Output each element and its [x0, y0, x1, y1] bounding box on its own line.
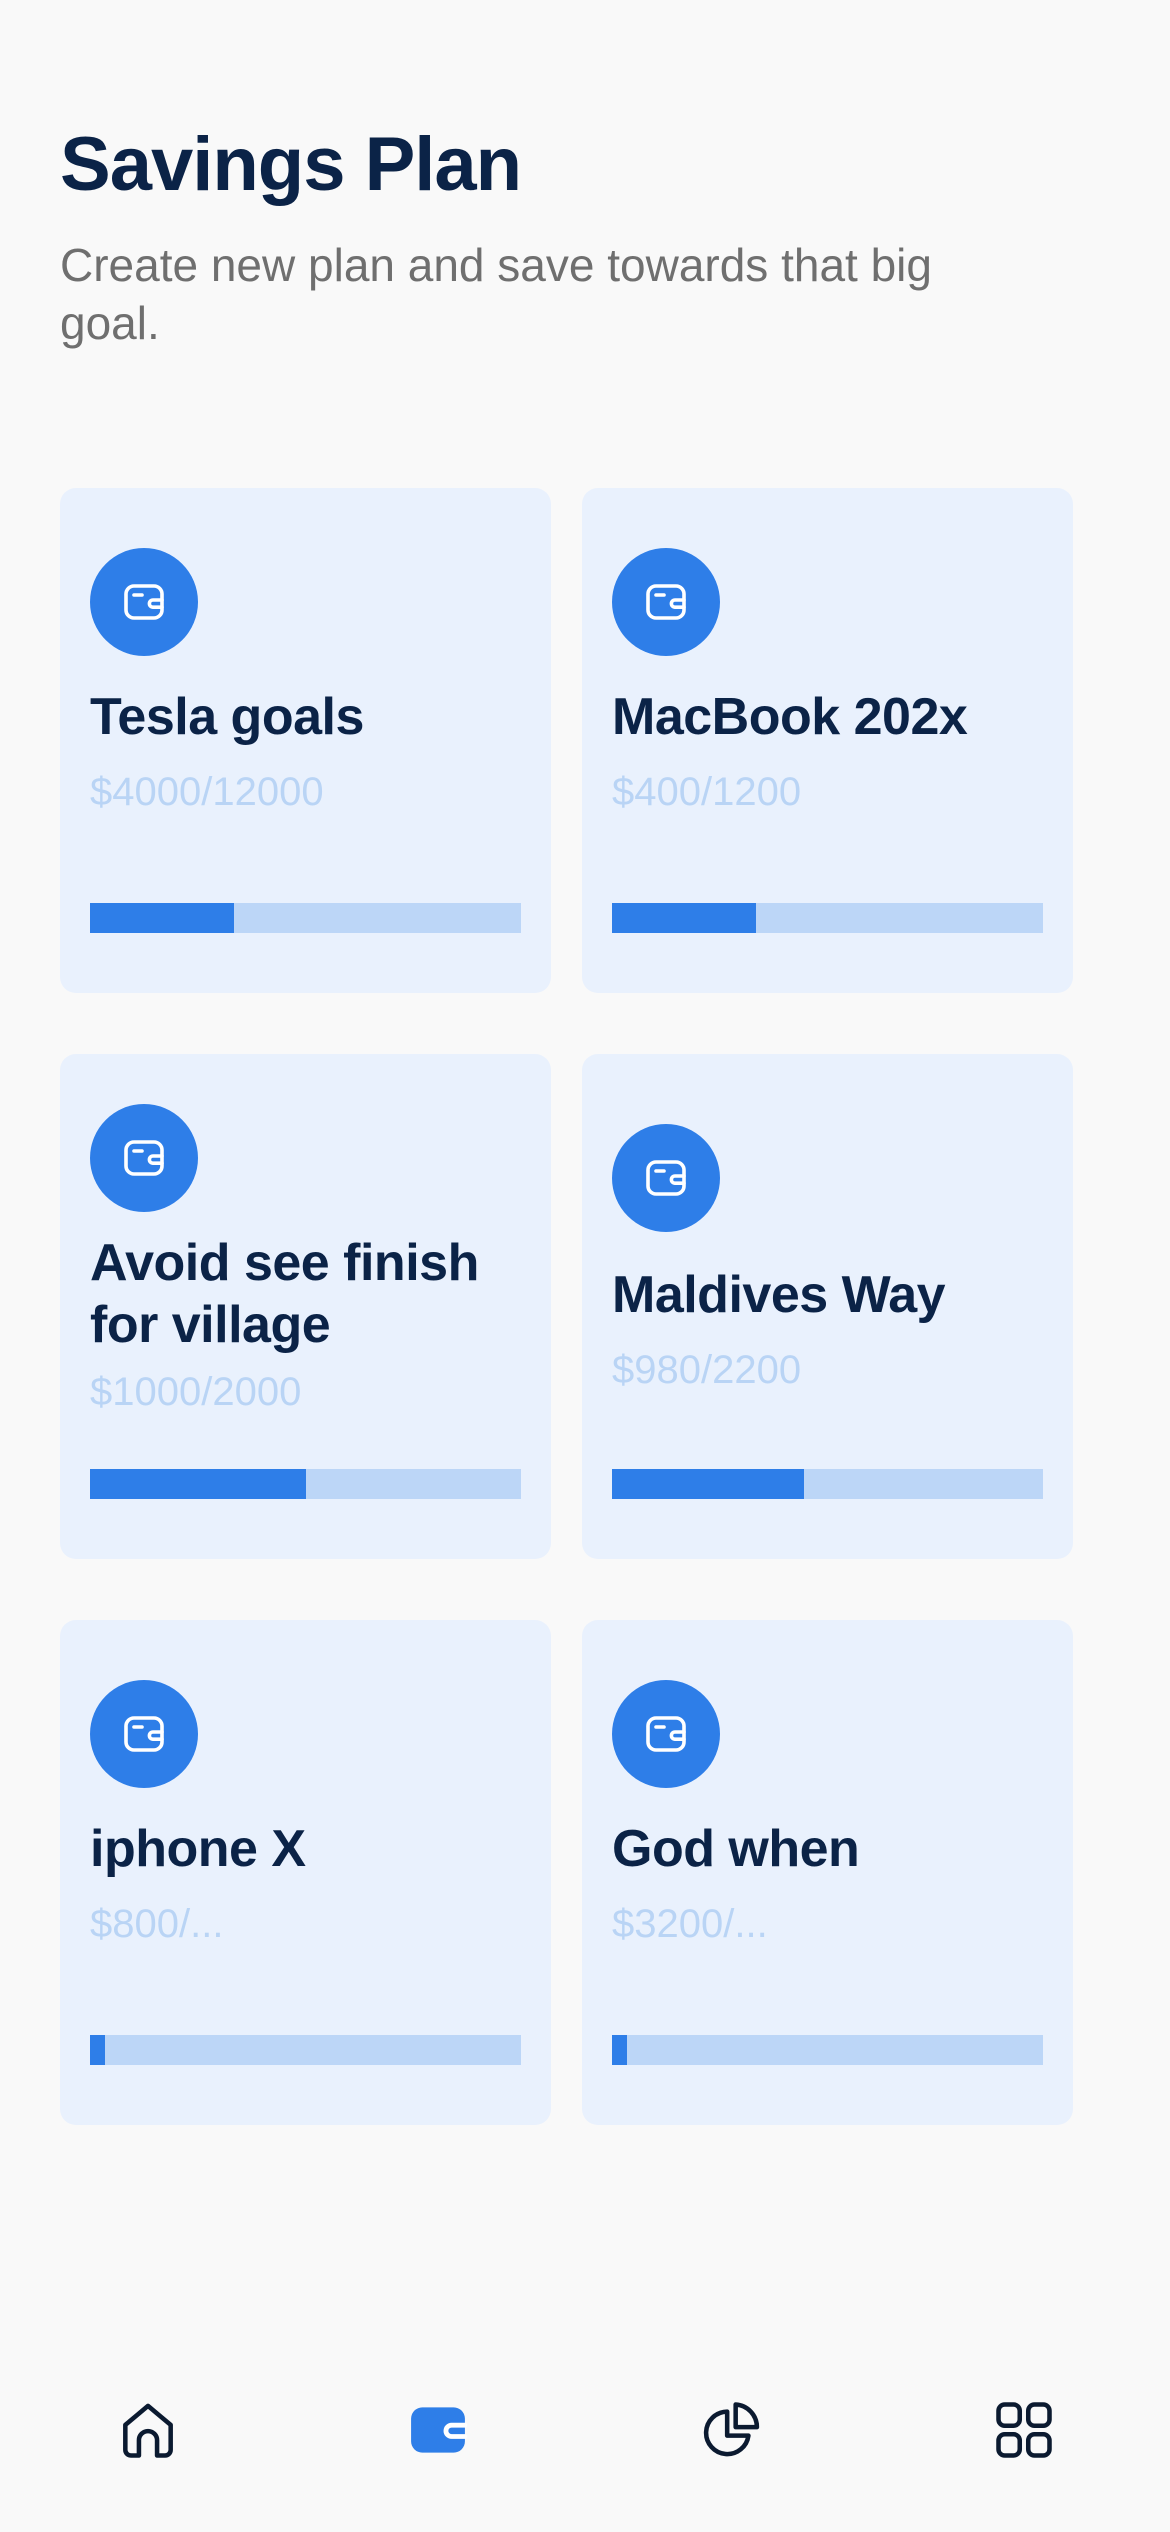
plan-progress-bar — [90, 1469, 521, 1499]
plan-card[interactable]: Maldives Way $980/2200 — [582, 1054, 1073, 1559]
plan-amount: $800/... — [90, 1902, 224, 1946]
nav-stats[interactable] — [690, 2390, 770, 2470]
plan-amount: $1000/2000 — [90, 1370, 302, 1414]
nav-more[interactable] — [984, 2390, 1064, 2470]
plan-amount: $980/2200 — [612, 1348, 802, 1392]
plan-card[interactable]: Avoid see finish for village $1000/2000 — [60, 1054, 551, 1559]
plan-name: Avoid see finish for village — [90, 1234, 479, 1354]
plan-progress-fill — [90, 1469, 306, 1499]
plan-name: MacBook 202x — [612, 688, 968, 746]
plan-progress-fill — [90, 2035, 106, 2065]
plan-progress-bar — [90, 903, 521, 933]
wallet-icon — [90, 1104, 198, 1212]
plan-progress-bar — [612, 1469, 1043, 1499]
wallet-icon — [612, 1680, 720, 1788]
plan-progress-bar — [612, 2035, 1043, 2065]
plan-card[interactable]: MacBook 202x $400/1200 — [582, 488, 1073, 993]
plan-amount: $4000/12000 — [90, 770, 324, 814]
plans-grid: Tesla goals $4000/12000 MacBook 202x $40… — [60, 488, 1074, 2125]
wallet-icon — [90, 548, 198, 656]
wallet-icon — [90, 1680, 198, 1788]
plan-name: Tesla goals — [90, 688, 364, 746]
pie-chart-icon — [703, 2402, 760, 2457]
plan-progress-fill — [612, 1469, 804, 1499]
nav-home[interactable] — [108, 2390, 188, 2470]
home-icon — [123, 2403, 173, 2458]
plan-name: God when — [612, 1820, 860, 1878]
plan-card[interactable]: God when $3200/... — [582, 1620, 1073, 2125]
plan-progress-fill — [612, 2035, 628, 2065]
plan-name: iphone X — [90, 1820, 306, 1878]
plan-amount: $3200/... — [612, 1902, 768, 1946]
wallet-icon — [411, 2407, 468, 2453]
nav-wallet[interactable] — [398, 2390, 478, 2470]
plan-name: Maldives Way — [612, 1266, 946, 1324]
bottom-nav — [0, 2360, 1170, 2490]
wallet-icon — [612, 1124, 720, 1232]
page-subtitle: Create new plan and save towards that bi… — [60, 239, 932, 349]
grid-icon — [996, 2402, 1052, 2458]
header: Savings Plan Create new plan and save to… — [60, 120, 1060, 352]
plan-amount: $400/1200 — [612, 770, 802, 814]
page-title: Savings Plan — [60, 122, 522, 207]
plan-progress-fill — [612, 903, 756, 933]
plan-card[interactable]: Tesla goals $4000/12000 — [60, 488, 551, 993]
plan-progress-fill — [90, 903, 234, 933]
plan-progress-bar — [612, 903, 1043, 933]
savings-plan-screen: Savings Plan Create new plan and save to… — [0, 0, 1170, 2532]
plan-progress-bar — [90, 2035, 521, 2065]
wallet-icon — [612, 548, 720, 656]
plan-card[interactable]: iphone X $800/... — [60, 1620, 551, 2125]
